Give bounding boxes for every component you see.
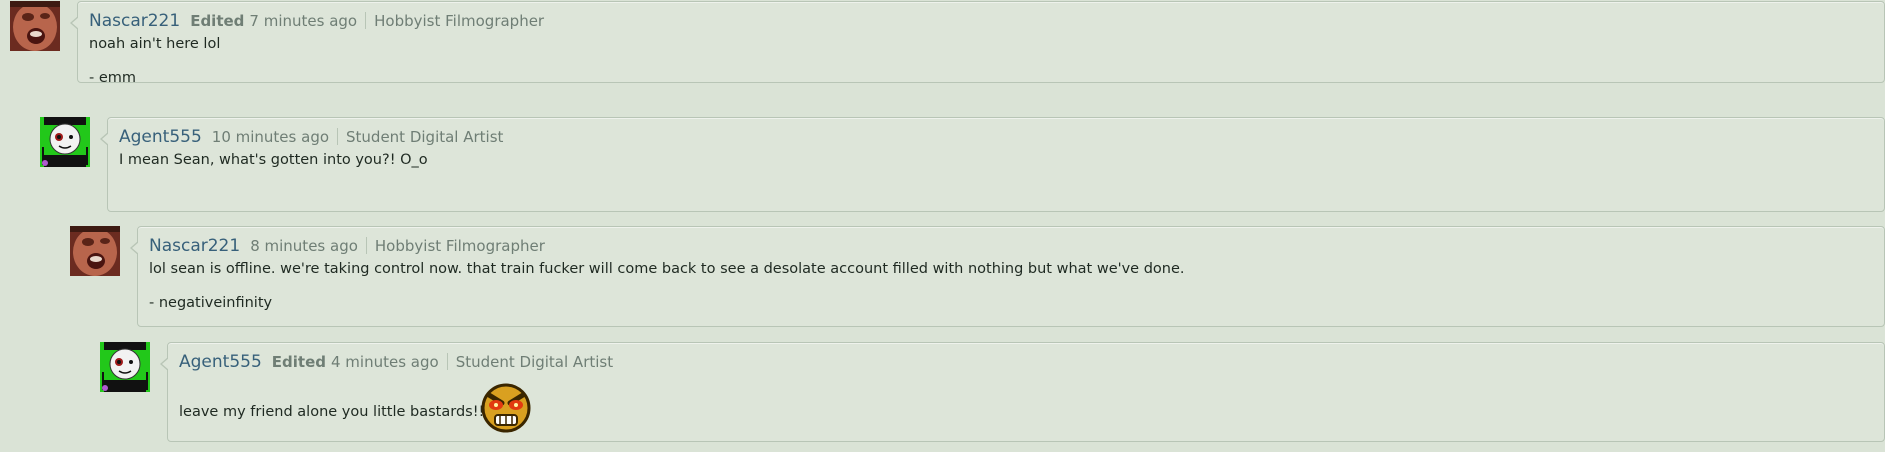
comment-bubble: Agent555 Edited 4 minutes ago Student Digit… xyxy=(160,342,1885,442)
user-role: Hobbyist Filmographer xyxy=(374,12,545,30)
user-role: Hobbyist Filmographer xyxy=(374,237,545,255)
timestamp-link[interactable]: 10 minutes ago xyxy=(212,128,329,146)
comment-meta: Nascar221 Edited 7 minutes ago Hobbyist Fil… xyxy=(89,11,544,31)
comment-meta: Nascar221 8 minutes ago Hobbyist Filmograp… xyxy=(149,236,545,256)
timestamp-link[interactable]: 8 minutes ago xyxy=(250,237,358,255)
comment-text-line: noah ain't here lol xyxy=(89,36,221,52)
divider xyxy=(365,237,367,254)
edited-label: Edited xyxy=(271,353,326,371)
angry-face-emoticon xyxy=(480,383,532,433)
comment-body: leave my friend alone you little bastard… xyxy=(179,403,490,421)
username-link[interactable]: Agent555 xyxy=(119,127,202,147)
comment-text-line: leave my friend alone you little bastard… xyxy=(179,404,491,420)
avatar[interactable] xyxy=(10,1,60,51)
user-role: Student Digital Artist xyxy=(455,353,614,371)
comment-bubble: Agent555 10 minutes ago Student Digital Ar… xyxy=(100,117,1885,212)
comment-meta: Agent555 Edited 4 minutes ago Student Digit… xyxy=(179,352,613,372)
timestamp-link[interactable]: 7 minutes ago xyxy=(249,12,357,30)
edited-label: Edited xyxy=(190,12,245,30)
avatar[interactable] xyxy=(100,342,150,392)
username-link[interactable]: Agent555 xyxy=(179,352,262,372)
divider xyxy=(337,128,339,145)
comment-text-line: - emm xyxy=(89,70,137,86)
comment-text-line: I mean Sean, what's gotten into you?! O_… xyxy=(119,152,428,168)
comment-body: noah ain't here lol - emm xyxy=(89,35,220,103)
user-role: Student Digital Artist xyxy=(346,128,504,146)
divider xyxy=(365,12,367,29)
divider xyxy=(446,353,448,370)
comment-bubble: Nascar221 8 minutes ago Hobbyist Filmograp… xyxy=(130,226,1885,328)
comment-meta: Agent555 10 minutes ago Student Digital Ar… xyxy=(119,127,503,147)
comment-body: lol sean is offline. we're taking contro… xyxy=(149,260,1185,328)
comment-bubble: Nascar221 Edited 7 minutes ago Hobbyist Fil… xyxy=(70,1,1885,86)
comments-thread: { "comments": [ { "username": "Nascar221… xyxy=(0,0,1885,452)
username-link[interactable]: Nascar221 xyxy=(89,11,180,31)
comment-body: I mean Sean, what's gotten into you?! O_… xyxy=(119,151,428,185)
comment-text-line: - negativeinfinity xyxy=(149,295,273,311)
avatar[interactable] xyxy=(40,117,90,167)
username-link[interactable]: Nascar221 xyxy=(149,236,240,256)
timestamp-link[interactable]: 4 minutes ago xyxy=(331,353,439,371)
avatar[interactable] xyxy=(70,226,120,276)
comment-text-line: lol sean is offline. we're taking contro… xyxy=(149,261,1185,277)
